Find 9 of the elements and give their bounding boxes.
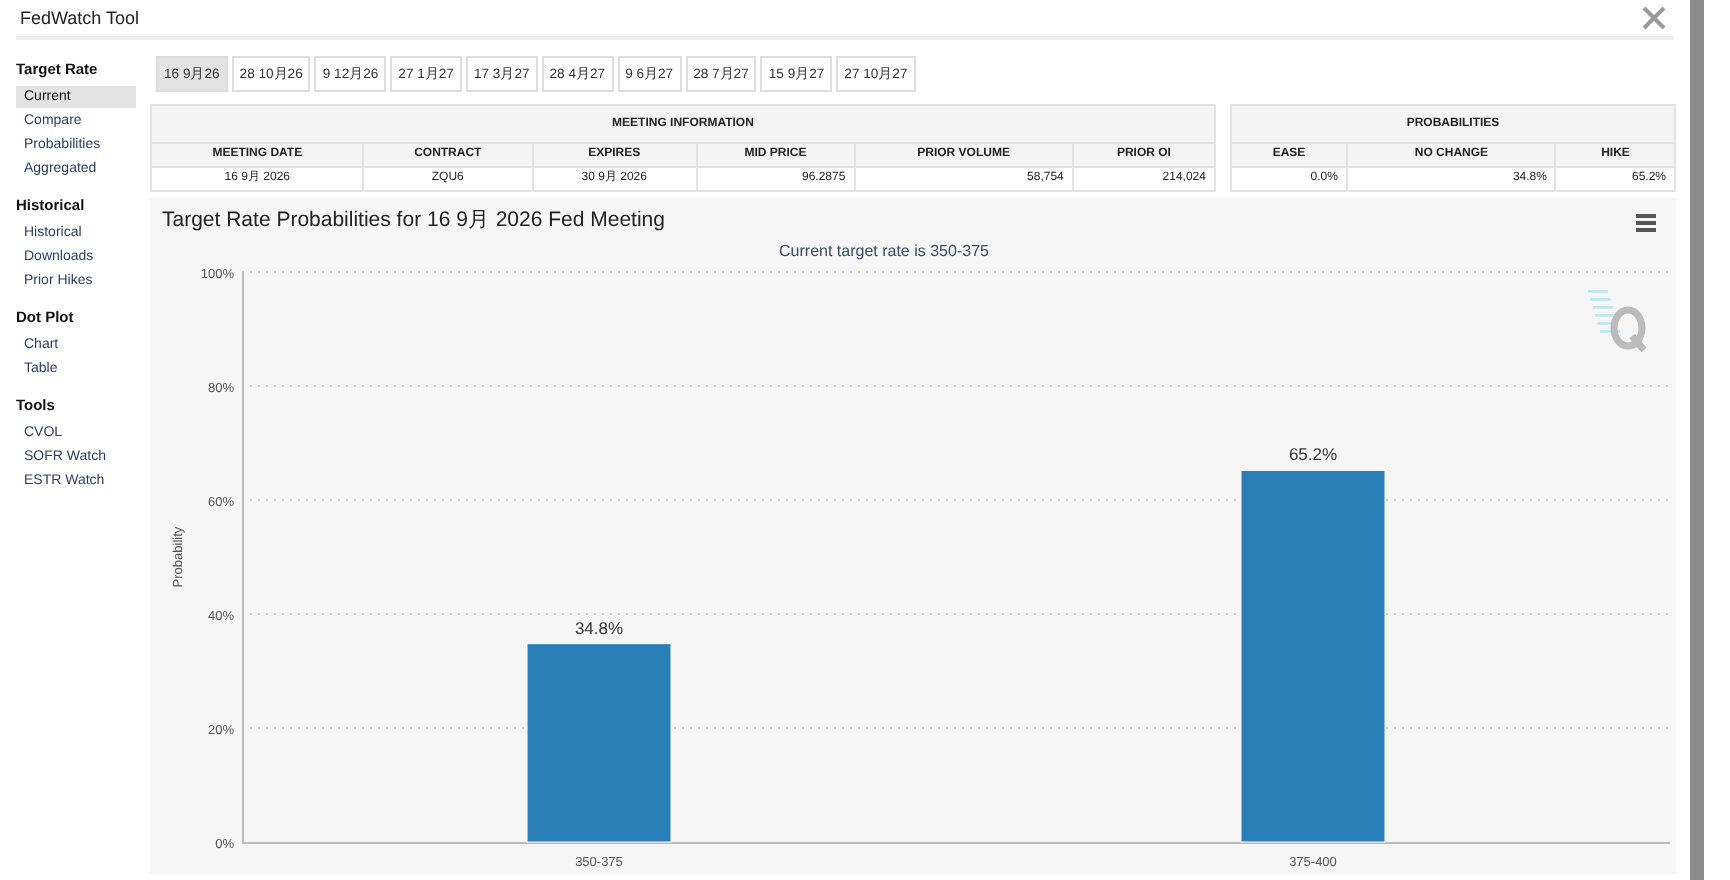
- window-title: FedWatch Tool: [18, 8, 140, 28]
- chart-subtitle: Current target rate is 350-375: [779, 242, 989, 260]
- menu-icon[interactable]: [1636, 214, 1656, 232]
- logo-icon: [1588, 290, 1647, 353]
- scrollbar[interactable]: [1690, 0, 1704, 880]
- chart-title: Target Rate Probabilities for 16 9月 2026 Fed Meeting: [162, 208, 665, 232]
- close-icon[interactable]: [1642, 6, 1666, 30]
- value-label: 34.8%: [574, 617, 624, 638]
- value-label: 65.2%: [1288, 444, 1338, 465]
